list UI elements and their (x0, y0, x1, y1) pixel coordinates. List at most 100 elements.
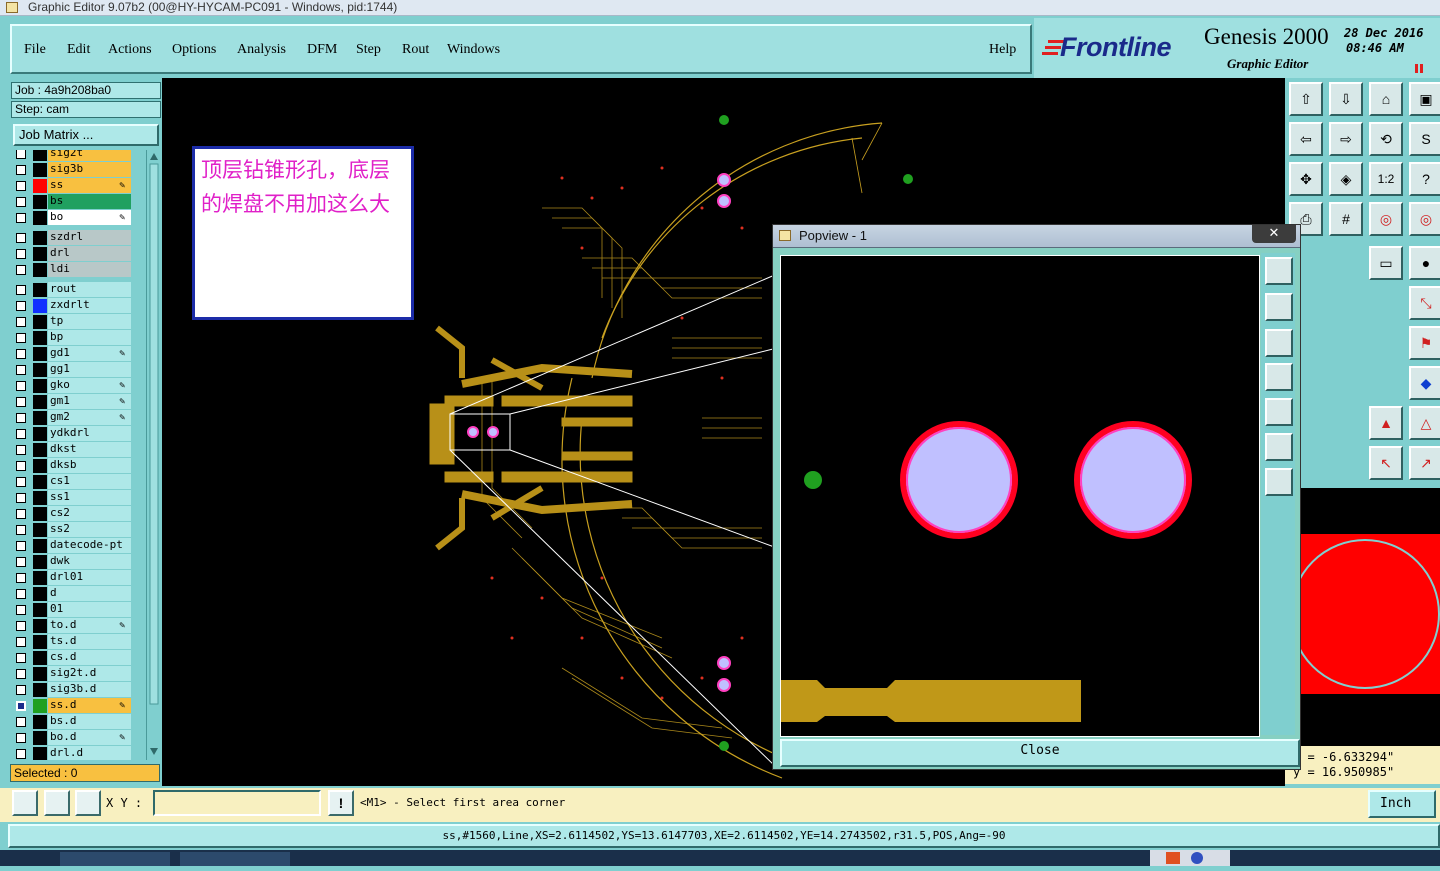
layer-checkbox[interactable] (16, 445, 26, 455)
layer-row[interactable]: dksb (10, 458, 144, 474)
layer-name[interactable]: ts.d (48, 634, 131, 649)
layer-name[interactable]: ss1 (48, 490, 131, 505)
menu-analysis[interactable]: Analysis (237, 42, 286, 58)
layer-row[interactable]: gko ✎ (10, 378, 144, 394)
layer-checkbox[interactable] (16, 429, 26, 439)
popview-canvas[interactable] (780, 255, 1260, 737)
help-icon[interactable]: ? (1409, 162, 1440, 196)
layer-list-scrollbar[interactable] (146, 150, 161, 760)
ratio-icon[interactable]: ⟲ (1369, 122, 1403, 156)
layer-name[interactable]: sig2t.d (48, 666, 131, 681)
popview-left-icon[interactable] (1265, 363, 1293, 391)
layer-row[interactable]: dkst (10, 442, 144, 458)
layer-checkbox[interactable] (16, 381, 26, 391)
grid-snap-icon[interactable] (75, 790, 101, 816)
layer-row[interactable]: drl01 (10, 570, 144, 586)
layer-name[interactable]: dkst (48, 442, 131, 457)
layer-row[interactable]: gd1 ✎ (10, 346, 144, 362)
home-icon[interactable]: ⌂ (1369, 82, 1403, 116)
layer-color-swatch[interactable] (33, 231, 47, 245)
layer-row[interactable]: bp (10, 330, 144, 346)
layer-checkbox[interactable] (16, 349, 26, 359)
layer-color-swatch[interactable] (33, 555, 47, 569)
layer-row[interactable]: sig2t (10, 150, 144, 162)
layer-checkbox[interactable] (16, 605, 26, 615)
pointer-icon[interactable]: ↖ (1369, 446, 1403, 480)
layer-name[interactable]: zxdrlt (48, 298, 131, 313)
layer-name[interactable]: ydkdrl (48, 426, 131, 441)
layer-checkbox[interactable] (16, 557, 26, 567)
layer-checkbox[interactable] (16, 733, 26, 743)
layer-color-swatch[interactable] (33, 179, 47, 193)
dot-icon[interactable]: ● (1409, 246, 1440, 280)
one-to-one-icon[interactable]: 1:2 (1369, 162, 1403, 196)
menu-actions[interactable]: Actions (108, 42, 152, 58)
layer-color-swatch[interactable] (33, 475, 47, 489)
layer-checkbox[interactable] (16, 701, 26, 711)
layer-color-swatch[interactable] (33, 747, 47, 760)
layer-name[interactable]: dwk (48, 554, 131, 569)
layer-row[interactable]: dwk (10, 554, 144, 570)
layer-checkbox[interactable] (16, 249, 26, 259)
layer-name[interactable]: gg1 (48, 362, 131, 377)
layer-row[interactable]: ydkdrl (10, 426, 144, 442)
layer-checkbox[interactable] (16, 197, 26, 207)
triangle-alt-icon[interactable]: △ (1409, 406, 1440, 440)
layer-checkbox[interactable] (16, 265, 26, 275)
layer-name[interactable]: sig3b.d (48, 682, 131, 697)
layer-color-swatch[interactable] (33, 211, 47, 225)
layer-checkbox[interactable] (16, 477, 26, 487)
layer-color-swatch[interactable] (33, 651, 47, 665)
layer-checkbox[interactable] (16, 233, 26, 243)
layer-name[interactable]: d (48, 586, 131, 601)
layer-color-swatch[interactable] (33, 299, 47, 313)
layer-row[interactable]: bo.d ✎ (10, 730, 144, 746)
popview-right-icon[interactable] (1265, 398, 1293, 426)
layer-name[interactable]: drl.d (48, 746, 131, 760)
layer-row[interactable]: tp (10, 314, 144, 330)
layer-row[interactable]: drl.d (10, 746, 144, 760)
layer-color-swatch[interactable] (33, 523, 47, 537)
layer-name[interactable]: sig3b (48, 162, 131, 177)
zoom-home-icon[interactable]: ⇧ (1289, 82, 1323, 116)
layer-checkbox[interactable] (16, 493, 26, 503)
popview-fit-icon[interactable] (1265, 433, 1293, 461)
menu-windows[interactable]: Windows (447, 42, 500, 58)
xy-input[interactable] (153, 790, 321, 816)
alert-icon[interactable]: ! (328, 790, 354, 816)
layer-name[interactable]: szdrl (48, 230, 131, 245)
layer-row[interactable]: 01 (10, 602, 144, 618)
popview-center-icon[interactable] (1265, 468, 1293, 496)
layer-name[interactable]: drl (48, 246, 131, 261)
layer-row[interactable]: datecode-pt (10, 538, 144, 554)
layer-row[interactable]: bo ✎ (10, 210, 144, 226)
pan-right-icon[interactable]: ⇨ (1329, 122, 1363, 156)
layer-row[interactable]: cs2 (10, 506, 144, 522)
layer-row[interactable]: ss.d ✎ (10, 698, 144, 714)
layer-color-swatch[interactable] (33, 731, 47, 745)
layer-row[interactable]: gm1 ✎ (10, 394, 144, 410)
menu-step[interactable]: Step (356, 42, 381, 58)
layer-color-swatch[interactable] (33, 635, 47, 649)
layer-name[interactable]: 01 (48, 602, 131, 617)
zoom-out-icon[interactable]: ⇩ (1329, 82, 1363, 116)
layer-row[interactable]: sig3b.d (10, 682, 144, 698)
layer-name[interactable]: drl01 (48, 570, 131, 585)
layer-row[interactable]: sig2t.d (10, 666, 144, 682)
layer-color-swatch[interactable] (33, 603, 47, 617)
popview-close-x[interactable]: ✕ (1252, 225, 1296, 243)
layer-row[interactable]: rout (10, 282, 144, 298)
triangle-icon[interactable]: ▲ (1369, 406, 1403, 440)
layer-color-swatch[interactable] (33, 283, 47, 297)
layer-name[interactable]: tp (48, 314, 131, 329)
layer-row[interactable]: gm2 ✎ (10, 410, 144, 426)
units-selector[interactable]: Inch (1368, 790, 1436, 818)
layer-color-swatch[interactable] (33, 411, 47, 425)
layer-row[interactable]: d (10, 586, 144, 602)
layer-name[interactable]: cs1 (48, 474, 131, 489)
grid-icon[interactable]: # (1329, 202, 1363, 236)
layer-checkbox[interactable] (16, 213, 26, 223)
layer-checkbox[interactable] (16, 685, 26, 695)
fit-view-icon[interactable]: ✥ (1289, 162, 1323, 196)
pause-icon[interactable] (1414, 64, 1424, 73)
